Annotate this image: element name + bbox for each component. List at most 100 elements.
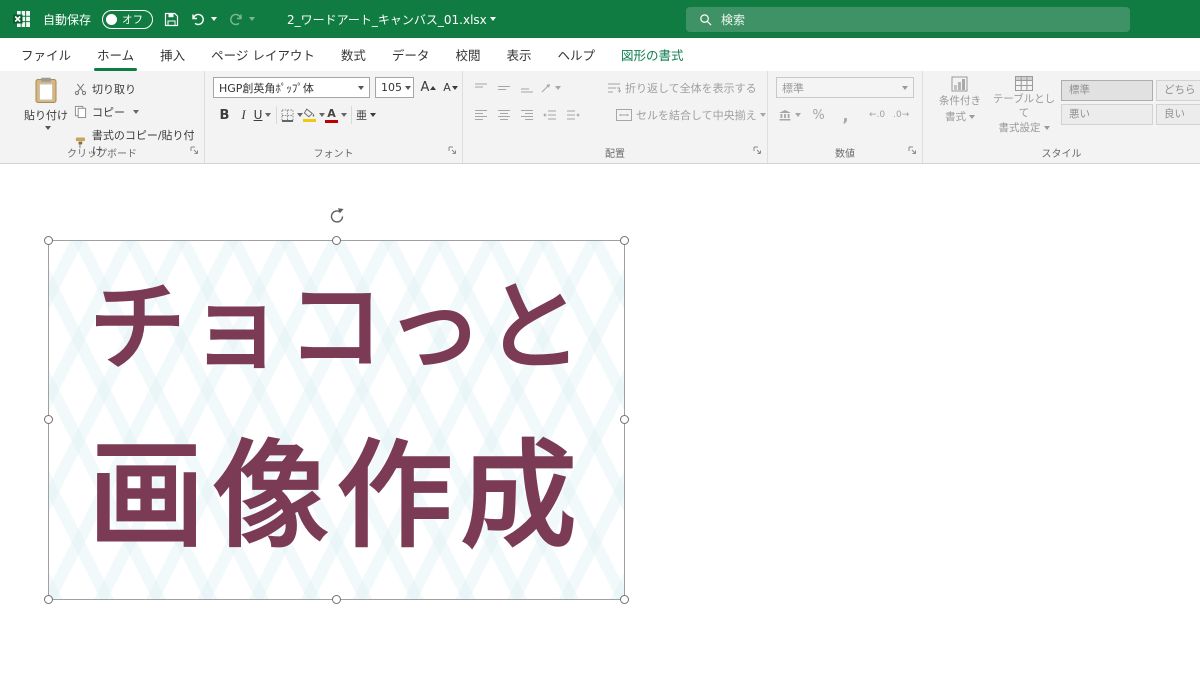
cut-button[interactable]: 切り取り xyxy=(74,81,204,97)
ribbon-group-font: HGP創英角ﾎﾟｯﾌﾟ体 105 A A B I U A 亜 フォント xyxy=(205,71,463,163)
underline-button[interactable]: U xyxy=(253,104,272,126)
save-button[interactable] xyxy=(164,12,179,27)
tab-data[interactable]: データ xyxy=(379,38,443,71)
resize-handle-s[interactable] xyxy=(331,595,341,604)
resize-handle-w[interactable] xyxy=(44,415,53,424)
increase-decimal-button[interactable]: ←.0 xyxy=(869,110,885,120)
font-dialog-launcher[interactable] xyxy=(448,144,457,158)
increase-indent-button[interactable] xyxy=(563,105,582,125)
chevron-down-icon xyxy=(795,113,801,117)
tab-help[interactable]: ヘルプ xyxy=(544,38,608,71)
comma-style-button[interactable]: , xyxy=(836,105,855,125)
tab-file[interactable]: ファイル xyxy=(8,38,84,71)
resize-handle-n[interactable] xyxy=(331,236,341,245)
copy-button[interactable]: コピー xyxy=(74,104,204,120)
tab-page-layout[interactable]: ページ レイアウト xyxy=(198,38,328,71)
wordart-text-line2: 画像作成 xyxy=(88,429,585,564)
copy-icon xyxy=(74,105,87,119)
borders-icon xyxy=(281,109,294,122)
alignment-dialog-launcher[interactable] xyxy=(753,144,762,158)
font-color-button[interactable]: A xyxy=(325,104,347,126)
wordart-text-line1: チョコっと xyxy=(89,271,584,384)
conditional-formatting-label-2: 書式 xyxy=(945,110,966,123)
cell-style-good[interactable]: 良い xyxy=(1156,104,1200,125)
format-as-table-button[interactable]: テーブルとして 書式設定 xyxy=(991,76,1057,136)
align-middle-button[interactable] xyxy=(494,78,513,98)
copy-label: コピー xyxy=(92,106,125,119)
borders-button[interactable] xyxy=(281,104,303,126)
document-title-text: 2_ワードアート_キャンバス_01.xlsx xyxy=(287,12,487,27)
fill-color-button[interactable] xyxy=(303,104,325,126)
number-format-combo[interactable]: 標準 xyxy=(776,77,914,98)
cell-style-normal[interactable]: 標準 xyxy=(1061,80,1153,101)
chevron-down-icon xyxy=(265,113,272,117)
tab-shape-format[interactable]: 図形の書式 xyxy=(608,38,697,71)
document-title[interactable]: 2_ワードアート_キャンバス_01.xlsx xyxy=(287,0,496,38)
merge-center-button[interactable]: セルを結合して中央揃え xyxy=(616,105,766,125)
italic-button[interactable]: I xyxy=(234,104,253,126)
percent-style-button[interactable]: % xyxy=(809,105,828,125)
chevron-down-icon xyxy=(211,17,218,21)
chevron-down-icon xyxy=(133,110,139,114)
align-right-button[interactable] xyxy=(517,105,536,125)
excel-app-icon[interactable] xyxy=(12,9,32,29)
comma-label: , xyxy=(842,105,849,125)
resize-handle-sw[interactable] xyxy=(44,595,53,604)
clipboard-dialog-launcher[interactable] xyxy=(190,144,199,158)
align-center-button[interactable] xyxy=(494,105,513,125)
paste-button[interactable]: 貼り付け xyxy=(22,77,70,147)
currency-format-button[interactable] xyxy=(778,105,801,125)
cell-style-bad[interactable]: 悪い xyxy=(1061,104,1153,125)
redo-button[interactable] xyxy=(228,11,256,27)
currency-icon xyxy=(779,110,791,121)
wrap-text-button[interactable]: 折り返して全体を表示する xyxy=(607,78,757,98)
paste-label: 貼り付け xyxy=(24,109,68,122)
resize-handle-nw[interactable] xyxy=(44,236,53,245)
tab-insert[interactable]: 挿入 xyxy=(147,38,198,71)
tab-view[interactable]: 表示 xyxy=(493,38,544,71)
font-name-value: HGP創英角ﾎﾟｯﾌﾟ体 xyxy=(219,81,314,95)
autosave-toggle[interactable]: オフ xyxy=(102,9,154,29)
autosave-state-label: オフ xyxy=(122,13,144,26)
chevron-down-icon xyxy=(969,114,975,119)
search-box[interactable]: 検索 xyxy=(686,7,1130,32)
ribbon-group-alignment: 折り返して全体を表示する セルを結合して中央揃え 配置 xyxy=(463,71,768,163)
align-left-button[interactable] xyxy=(471,105,490,125)
conditional-formatting-button[interactable]: 条件付き 書式 xyxy=(933,76,987,124)
orientation-icon xyxy=(541,84,550,93)
resize-handle-e[interactable] xyxy=(620,415,629,424)
font-size-combo[interactable]: 105 xyxy=(375,77,414,98)
chevron-down-icon xyxy=(370,113,376,117)
title-bar: 自動保存 オフ 2_ワードアート_キャンバス_01.xlsx 検索 xyxy=(0,0,1200,38)
worksheet-canvas[interactable]: チョコっと 画像作成 xyxy=(0,165,1200,675)
ribbon-group-styles: 条件付き 書式 テーブルとして 書式設定 標準 どちら 悪い 良い スタイル xyxy=(923,71,1200,163)
font-name-combo[interactable]: HGP創英角ﾎﾟｯﾌﾟ体 xyxy=(213,77,370,98)
chevron-down-icon xyxy=(358,85,364,90)
ruby-button[interactable]: 亜 xyxy=(356,104,376,126)
decrease-indent-button[interactable] xyxy=(540,105,559,125)
tab-home[interactable]: ホーム xyxy=(84,38,147,71)
styles-group-label: スタイル xyxy=(1041,149,1082,160)
rotate-handle[interactable] xyxy=(328,207,346,228)
undo-button[interactable] xyxy=(190,11,218,27)
number-dialog-launcher[interactable] xyxy=(908,144,917,158)
decrease-font-size-button[interactable]: A xyxy=(440,77,461,98)
align-top-button[interactable] xyxy=(471,78,490,98)
cell-style-neutral[interactable]: どちら xyxy=(1156,80,1200,101)
tab-formulas[interactable]: 数式 xyxy=(328,38,379,71)
chevron-down-icon xyxy=(489,17,496,21)
search-placeholder: 検索 xyxy=(721,13,746,27)
number-group-label: 数値 xyxy=(835,149,855,160)
resize-handle-se[interactable] xyxy=(620,595,629,604)
tab-review[interactable]: 校閲 xyxy=(442,38,493,71)
decrease-decimal-button[interactable]: .0→ xyxy=(893,110,909,120)
wordart-object[interactable]: チョコっと 画像作成 xyxy=(44,208,629,604)
align-bottom-button[interactable] xyxy=(517,78,536,98)
orientation-button[interactable] xyxy=(540,78,561,98)
search-icon xyxy=(700,14,712,26)
cut-icon xyxy=(74,83,87,96)
resize-handle-ne[interactable] xyxy=(620,236,629,245)
increase-font-size-button[interactable]: A xyxy=(418,77,439,98)
bold-button[interactable]: B xyxy=(215,104,234,126)
bold-label: B xyxy=(219,107,230,123)
